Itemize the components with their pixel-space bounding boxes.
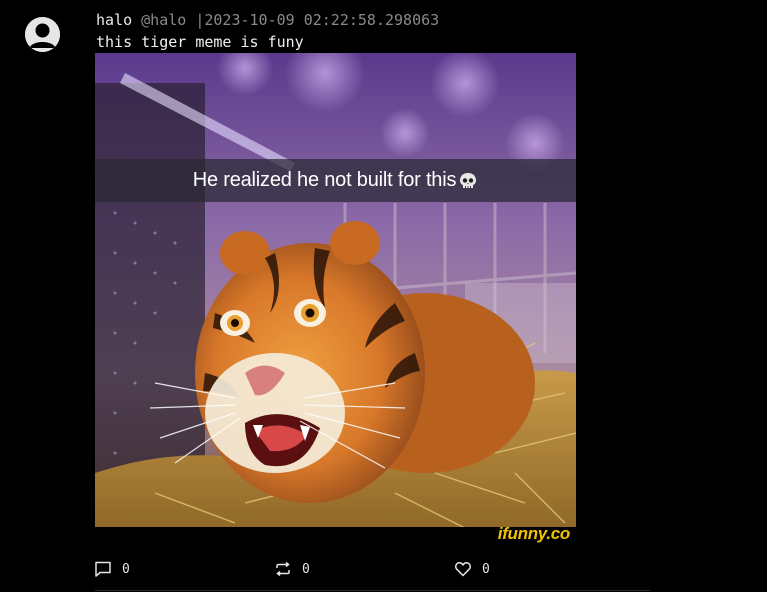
post-header: halo @halo |2023-10-09 02:22:58.298063 xyxy=(96,10,439,30)
user-icon xyxy=(25,17,60,52)
repost-button[interactable]: 0 xyxy=(274,559,310,579)
like-button[interactable]: 0 xyxy=(454,559,490,579)
post-image[interactable]: He realized he not built for this ifunny… xyxy=(95,53,576,544)
meme-caption: He realized he not built for this xyxy=(192,169,457,191)
divider xyxy=(95,590,650,591)
display-name[interactable]: halo xyxy=(96,11,132,29)
meme-caption-bar: He realized he not built for this xyxy=(95,159,576,202)
post-actions: 0 0 0 xyxy=(0,559,767,579)
avatar[interactable] xyxy=(25,17,60,52)
heart-icon xyxy=(454,561,472,577)
user-handle[interactable]: @halo xyxy=(141,11,186,29)
post: halo @halo |2023-10-09 02:22:58.298063 t… xyxy=(0,0,767,592)
like-count: 0 xyxy=(482,561,490,577)
comment-icon xyxy=(95,561,111,577)
timestamp: 2023-10-09 02:22:58.298063 xyxy=(204,11,440,29)
skull-icon xyxy=(458,171,478,191)
ifunny-watermark: ifunny.co xyxy=(497,524,571,543)
post-text: this tiger meme is funy xyxy=(96,33,304,51)
reply-button[interactable]: 0 xyxy=(94,559,130,579)
repost-count: 0 xyxy=(302,561,310,577)
reply-count: 0 xyxy=(122,561,130,577)
tiger-photo xyxy=(95,53,576,544)
repost-icon xyxy=(276,561,290,577)
